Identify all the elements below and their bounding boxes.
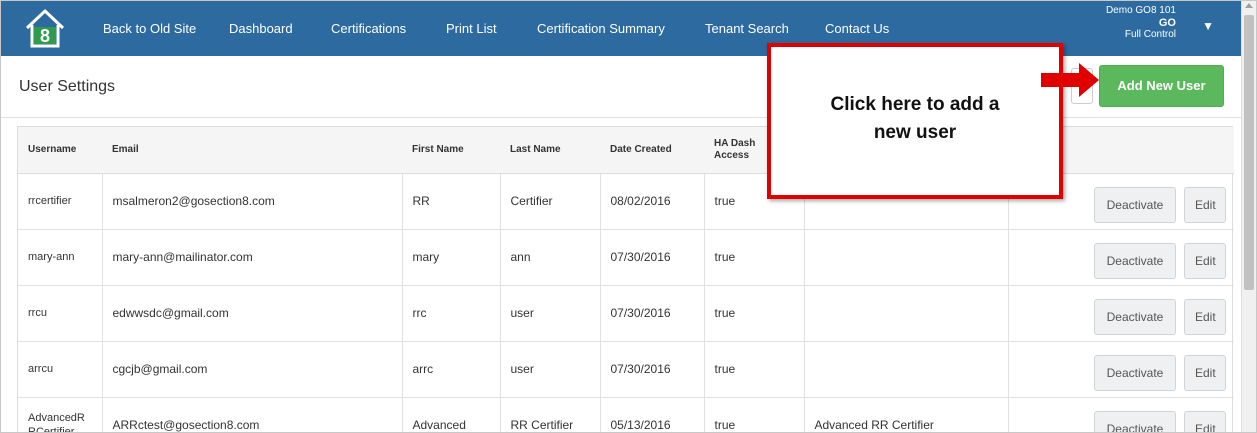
cell-username: AdvancedRRCertifier <box>18 397 103 432</box>
nav-print-list[interactable]: Print List <box>446 21 497 36</box>
scroll-up-icon[interactable] <box>1245 3 1253 8</box>
col-email[interactable]: Email <box>102 127 402 174</box>
deactivate-button[interactable]: Deactivate <box>1094 187 1176 223</box>
instruction-callout: Click here to add a new user <box>767 43 1063 199</box>
cell-actions: Deactivate Edit <box>1008 341 1234 398</box>
cell-ha-dash-access: true <box>704 397 805 432</box>
deactivate-button[interactable]: Deactivate <box>1094 243 1176 279</box>
cell-actions: Deactivate Edit <box>1008 397 1234 432</box>
table-row: rrcu edwwsdc@gmail.com rrc user 07/30/2016 tr… <box>18 285 1234 342</box>
nav-tenant-search[interactable]: Tenant Search <box>705 21 789 36</box>
deactivate-button[interactable]: Deactivate <box>1094 411 1176 432</box>
cell-email: cgcjb@gmail.com <box>102 341 403 398</box>
page-title: User Settings <box>19 78 116 95</box>
cell-first-name: arrc <box>402 341 501 398</box>
account-name: Demo GO8 101 <box>1105 5 1176 16</box>
cell-username: arrcu <box>18 341 103 398</box>
cell-email: mary-ann@mailinator.com <box>102 229 403 286</box>
cell-first-name: RR <box>402 173 501 230</box>
nav-back-to-old-site[interactable]: Back to Old Site <box>103 21 196 36</box>
cell-role <box>804 341 1009 398</box>
scrollbar-thumb[interactable] <box>1244 15 1254 290</box>
edit-button[interactable]: Edit <box>1184 355 1226 391</box>
section8-logo-icon[interactable]: 8 <box>23 8 67 48</box>
account-dropdown-icon[interactable]: ▼ <box>1202 19 1214 33</box>
cell-username: rrcu <box>18 285 103 342</box>
account-short: GO <box>1158 17 1176 29</box>
edit-button[interactable]: Edit <box>1184 411 1226 432</box>
cell-date-created: 07/30/2016 <box>600 341 705 398</box>
vertical-scrollbar[interactable] <box>1241 1 1256 432</box>
callout-line-1: Click here to add a <box>830 94 1000 115</box>
deactivate-button[interactable]: Deactivate <box>1094 299 1176 335</box>
table-row: mary-ann mary-ann@mailinator.com mary ann 07… <box>18 229 1234 286</box>
app-window: 8 Back to Old Site Dashboard Certificati… <box>0 0 1257 433</box>
col-first-name[interactable]: First Name <box>402 127 500 174</box>
cell-last-name: RR Certifier <box>500 397 601 432</box>
edit-button[interactable]: Edit <box>1184 299 1226 335</box>
cell-date-created: 07/30/2016 <box>600 285 705 342</box>
logo-text: 8 <box>40 26 50 46</box>
cell-first-name: Advanced <box>402 397 501 432</box>
cell-role <box>804 285 1009 342</box>
cell-username: rrcertifier <box>18 173 103 230</box>
col-date-created[interactable]: Date Created <box>600 127 704 174</box>
edit-button[interactable]: Edit <box>1184 187 1226 223</box>
table-row: arrcu cgcjb@gmail.com arrc user 07/30/2016 tr… <box>18 341 1234 398</box>
cell-email: msalmeron2@gosection8.com <box>102 173 403 230</box>
cell-actions: Deactivate Edit <box>1008 229 1234 286</box>
account-menu[interactable]: Demo GO8 101 GO Full Control <box>1106 5 1176 41</box>
cell-first-name: mary <box>402 229 501 286</box>
col-username[interactable]: Username <box>18 127 102 174</box>
cell-last-name: user <box>500 285 601 342</box>
nav-certifications[interactable]: Certifications <box>331 21 406 36</box>
cell-last-name: Certifier <box>500 173 601 230</box>
cell-ha-dash-access: true <box>704 341 805 398</box>
table-row: AdvancedRRCertifier ARRctest@gosection8.c… <box>18 397 1234 432</box>
cell-ha-dash-access: true <box>704 285 805 342</box>
cell-last-name: user <box>500 341 601 398</box>
cell-last-name: ann <box>500 229 601 286</box>
cell-actions: Deactivate Edit <box>1008 285 1234 342</box>
cell-first-name: rrc <box>402 285 501 342</box>
cell-role: Advanced RR Certifier <box>804 397 1009 432</box>
cell-email: ARRctest@gosection8.com <box>102 397 403 432</box>
callout-arrow-icon <box>1041 63 1099 97</box>
cell-ha-dash-access: true <box>704 229 805 286</box>
cell-email: edwwsdc@gmail.com <box>102 285 403 342</box>
add-new-user-button[interactable]: Add New User <box>1099 65 1224 107</box>
cell-date-created: 08/02/2016 <box>600 173 705 230</box>
cell-role <box>804 229 1009 286</box>
cell-username: mary-ann <box>18 229 103 286</box>
nav-certification-summary[interactable]: Certification Summary <box>537 21 665 36</box>
cell-date-created: 05/13/2016 <box>600 397 705 432</box>
nav-dashboard[interactable]: Dashboard <box>229 21 293 36</box>
nav-contact-us[interactable]: Contact Us <box>825 21 889 36</box>
edit-button[interactable]: Edit <box>1184 243 1226 279</box>
callout-line-2: new user <box>873 122 957 143</box>
deactivate-button[interactable]: Deactivate <box>1094 355 1176 391</box>
cell-date-created: 07/30/2016 <box>600 229 705 286</box>
col-last-name[interactable]: Last Name <box>500 127 600 174</box>
account-role: Full Control <box>1124 29 1176 40</box>
